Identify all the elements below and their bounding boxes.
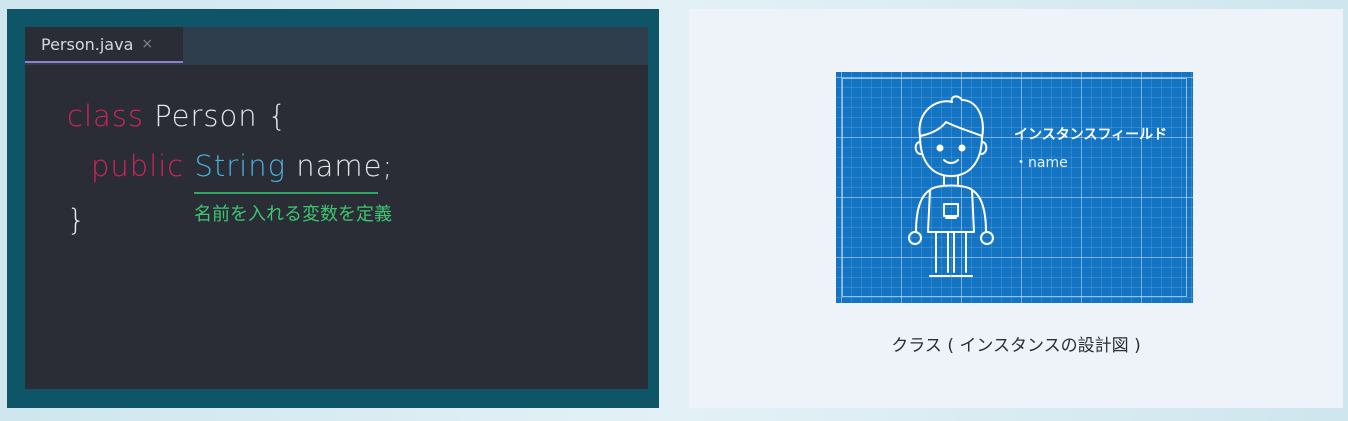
blueprint-border <box>842 78 1187 297</box>
annotation-underline <box>194 192 378 194</box>
code-line-1: class Person { <box>67 99 287 133</box>
blueprint-caption: クラス ( インスタンスの設計図 ) <box>891 336 1141 356</box>
tab-close-icon[interactable]: × <box>141 36 153 52</box>
blueprint-card: インスタンスフィールド ・name <box>836 72 1193 303</box>
code-line-2: public String name; <box>91 149 393 183</box>
boy-figure-icon <box>908 95 994 277</box>
type-string: String <box>194 149 287 183</box>
blueprint-title: インスタンスフィールド <box>1014 127 1168 143</box>
blueprint-field-name: ・name <box>1014 155 1068 171</box>
code-line-3: } <box>67 203 86 237</box>
editor-tab-bar: Person.java × <box>25 27 648 65</box>
class-blueprint-panel: インスタンスフィールド ・name クラス ( インスタンスの設計図 ) <box>689 9 1343 408</box>
tab-label: Person.java <box>41 34 134 54</box>
editor-frame: Person.java × class Person { public Stri… <box>7 9 659 408</box>
code-editor: Person.java × class Person { public Stri… <box>25 27 648 389</box>
code-annotation: 名前を入れる変数を定義 <box>194 204 392 225</box>
class-declaration: Person { <box>144 99 288 133</box>
closing-brace: } <box>67 203 87 237</box>
keyword-public: public <box>91 149 185 183</box>
tab-person-java[interactable]: Person.java × <box>25 27 183 63</box>
field-declaration: name; <box>286 149 394 183</box>
keyword-class: class <box>67 99 144 133</box>
